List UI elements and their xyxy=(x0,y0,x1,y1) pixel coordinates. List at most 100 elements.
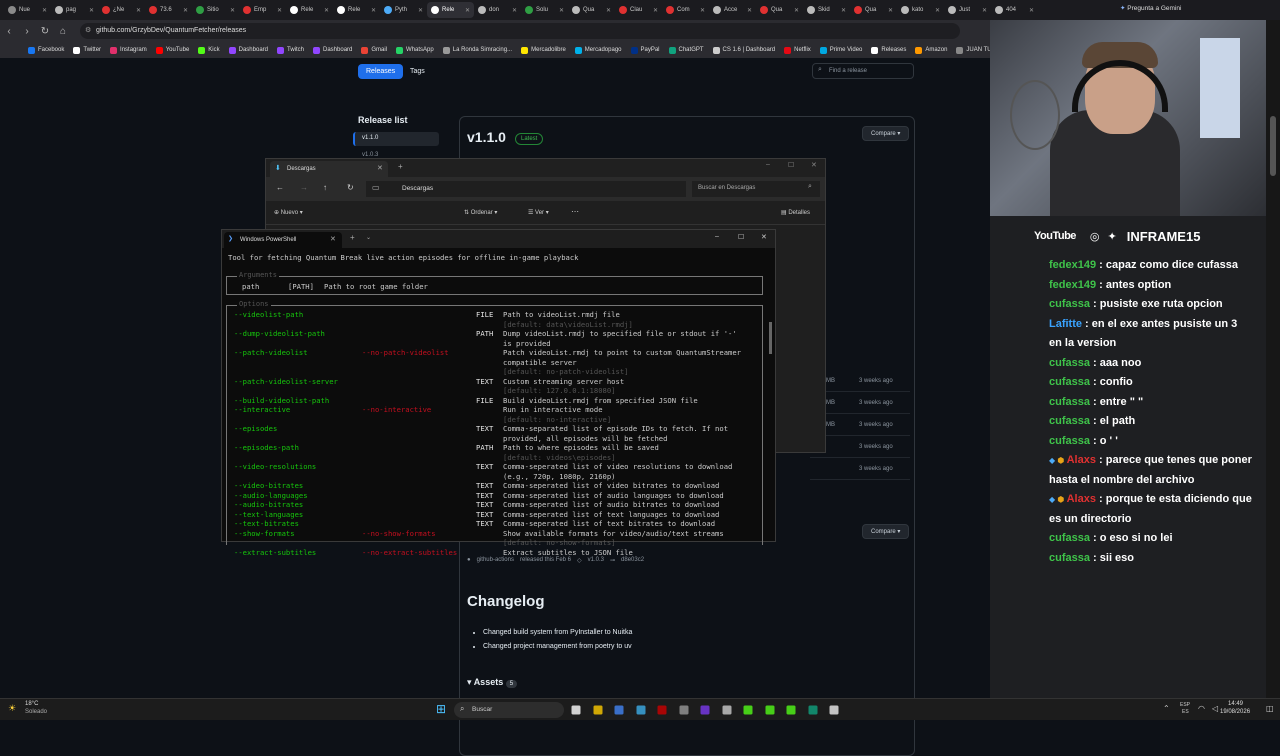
close-tab-icon[interactable]: ✕ xyxy=(136,7,141,14)
asset-row[interactable]: 3 weeks ago xyxy=(810,462,910,480)
bookmark-item[interactable]: La Ronda Simracing... xyxy=(442,46,512,54)
new-tab-icon[interactable]: + xyxy=(398,162,403,171)
browser-tab[interactable]: kato ✕ xyxy=(897,2,944,18)
close-tab-icon[interactable]: ✕ xyxy=(935,7,940,14)
releases-tab[interactable]: Releases xyxy=(358,64,404,79)
browser-tab[interactable]: Sitio ✕ xyxy=(192,2,239,18)
taskbar-app-icon[interactable] xyxy=(808,705,817,715)
close-icon[interactable]: ✕ xyxy=(811,161,817,169)
notification-icon[interactable]: ◫ xyxy=(1266,704,1274,713)
bookmark-item[interactable]: ChatGPT xyxy=(668,46,704,54)
maximize-icon[interactable]: ☐ xyxy=(788,161,794,169)
bookmark-item[interactable]: Dashboard xyxy=(313,46,352,54)
browser-tab[interactable]: Qua ✕ xyxy=(850,2,897,18)
bookmark-item[interactable]: Releases xyxy=(871,46,906,54)
minimize-icon[interactable]: – xyxy=(766,161,770,168)
forward-icon[interactable]: → xyxy=(300,183,308,192)
close-tab-icon[interactable]: ✕ xyxy=(465,7,470,14)
bookmark-item[interactable]: Twitter xyxy=(73,46,101,54)
scrollbar-thumb[interactable] xyxy=(1270,116,1276,176)
tray-chevron-icon[interactable]: ⌃ xyxy=(1163,704,1170,713)
taskbar-app-icon[interactable] xyxy=(679,705,688,715)
bookmark-item[interactable]: Mercadopago xyxy=(574,46,622,54)
taskbar-app-icon[interactable] xyxy=(657,705,667,715)
explorer-path[interactable]: ▭ Descargas xyxy=(366,181,686,197)
bookmark-item[interactable]: Instagram xyxy=(110,46,147,54)
taskbar-app-icon[interactable] xyxy=(829,705,839,715)
browser-tab[interactable]: Emp ✕ xyxy=(239,2,286,18)
bookmark-item[interactable]: WhatsApp xyxy=(396,46,434,54)
browser-tab[interactable]: Skid ✕ xyxy=(803,2,850,18)
bookmark-item[interactable]: Dashboard xyxy=(228,46,268,54)
browser-tab[interactable]: Rele ✕ xyxy=(427,2,474,18)
browser-tab[interactable]: Qua ✕ xyxy=(568,2,615,18)
browser-tab[interactable]: Clau ✕ xyxy=(615,2,662,18)
browser-tab[interactable]: Pyth ✕ xyxy=(380,2,427,18)
taskbar-search[interactable]: ⌕ Buscar xyxy=(454,702,564,718)
close-tab-icon[interactable]: ✕ xyxy=(888,7,893,14)
taskbar-app-icon[interactable] xyxy=(722,705,731,715)
close-tab-icon[interactable]: ✕ xyxy=(841,7,846,14)
close-tab-icon[interactable]: ✕ xyxy=(377,164,383,172)
browser-tab[interactable]: 73.6 ✕ xyxy=(145,2,192,18)
browser-tab[interactable]: Rele ✕ xyxy=(333,2,380,18)
browser-tab[interactable]: Acce ✕ xyxy=(709,2,756,18)
bookmark-item[interactable]: Amazon xyxy=(915,46,947,54)
browser-tab[interactable]: Just ✕ xyxy=(944,2,991,18)
compare-button-2[interactable]: Compare ▾ xyxy=(862,524,910,539)
close-tab-icon[interactable]: ✕ xyxy=(559,7,564,14)
close-tab-icon[interactable]: ✕ xyxy=(230,7,235,14)
taskbar-app-icon[interactable] xyxy=(743,705,753,715)
browser-tab[interactable]: pag ✕ xyxy=(51,2,98,18)
back-icon[interactable]: ← xyxy=(276,183,284,192)
find-release-input[interactable]: ⌕ Find a release xyxy=(812,63,914,79)
browser-tab[interactable]: Solu ✕ xyxy=(521,2,568,18)
taskbar-app-icon[interactable] xyxy=(571,705,581,715)
bookmark-item[interactable]: Twitch xyxy=(277,46,304,54)
bookmark-item[interactable]: PayPal xyxy=(630,46,660,54)
bookmark-item[interactable]: Netflix xyxy=(784,46,811,54)
bookmark-item[interactable]: Mercadolibre xyxy=(521,46,566,54)
reload-icon[interactable]: ↻ xyxy=(36,26,54,37)
scrollbar-thumb[interactable] xyxy=(769,322,772,354)
back-icon[interactable]: ‹ xyxy=(0,26,18,37)
close-tab-icon[interactable]: ✕ xyxy=(277,7,282,14)
close-tab-icon[interactable]: ✕ xyxy=(183,7,188,14)
browser-tab[interactable]: 404 ✕ xyxy=(991,2,1038,18)
browser-tab[interactable]: ¿Ne ✕ xyxy=(98,2,145,18)
taskbar-app-icon[interactable] xyxy=(786,705,796,715)
browser-tab[interactable]: don ✕ xyxy=(474,2,521,18)
volume-icon[interactable]: ◁ xyxy=(1212,704,1218,713)
release-list-item-selected[interactable]: v1.1.0 xyxy=(353,132,439,146)
explorer-search[interactable]: Buscar en Descargas ⌕ xyxy=(692,181,820,197)
view-button[interactable]: ☰ Ver ▾ xyxy=(528,209,549,216)
close-tab-icon[interactable]: ✕ xyxy=(982,7,987,14)
gemini-button[interactable]: ✦ Pregunta a Gemini xyxy=(1120,4,1181,12)
page-scrollbar[interactable] xyxy=(1266,20,1280,698)
browser-tab[interactable]: Rele ✕ xyxy=(286,2,333,18)
bookmark-item[interactable]: Prime Video xyxy=(819,46,862,54)
browser-tab[interactable]: Qua ✕ xyxy=(756,2,803,18)
new-button[interactable]: ⊕ Nuevo ▾ xyxy=(274,209,303,216)
taskbar-app-icon[interactable] xyxy=(636,705,645,715)
close-tab-icon[interactable]: ✕ xyxy=(324,7,329,14)
forward-icon[interactable]: › xyxy=(18,26,36,37)
refresh-icon[interactable]: ↻ xyxy=(347,183,354,192)
url-field[interactable]: ⚙ github.com/GrzybDev/QuantumFetcher/rele… xyxy=(80,23,960,39)
compare-button[interactable]: Compare ▾ xyxy=(862,126,910,141)
taskbar-app-icon[interactable] xyxy=(614,705,624,715)
close-tab-icon[interactable]: ✕ xyxy=(371,7,376,14)
browser-tab[interactable]: Com ✕ xyxy=(662,2,709,18)
close-tab-icon[interactable]: ✕ xyxy=(418,7,423,14)
taskbar-app-icon[interactable] xyxy=(593,705,602,715)
bookmark-item[interactable]: Kick xyxy=(198,46,220,54)
up-icon[interactable]: ↑ xyxy=(323,183,327,192)
close-tab-icon[interactable]: ✕ xyxy=(606,7,611,14)
close-tab-icon[interactable]: ✕ xyxy=(653,7,658,14)
bookmark-item[interactable]: Facebook xyxy=(28,46,64,54)
bookmark-item[interactable]: YouTube xyxy=(155,46,189,54)
explorer-tab[interactable]: ⬇ Descargas ✕ xyxy=(270,161,388,177)
details-button[interactable]: ▤ Detalles xyxy=(781,209,810,216)
start-icon[interactable]: ⊞ xyxy=(436,702,446,716)
taskbar-app-icon[interactable] xyxy=(700,705,710,715)
